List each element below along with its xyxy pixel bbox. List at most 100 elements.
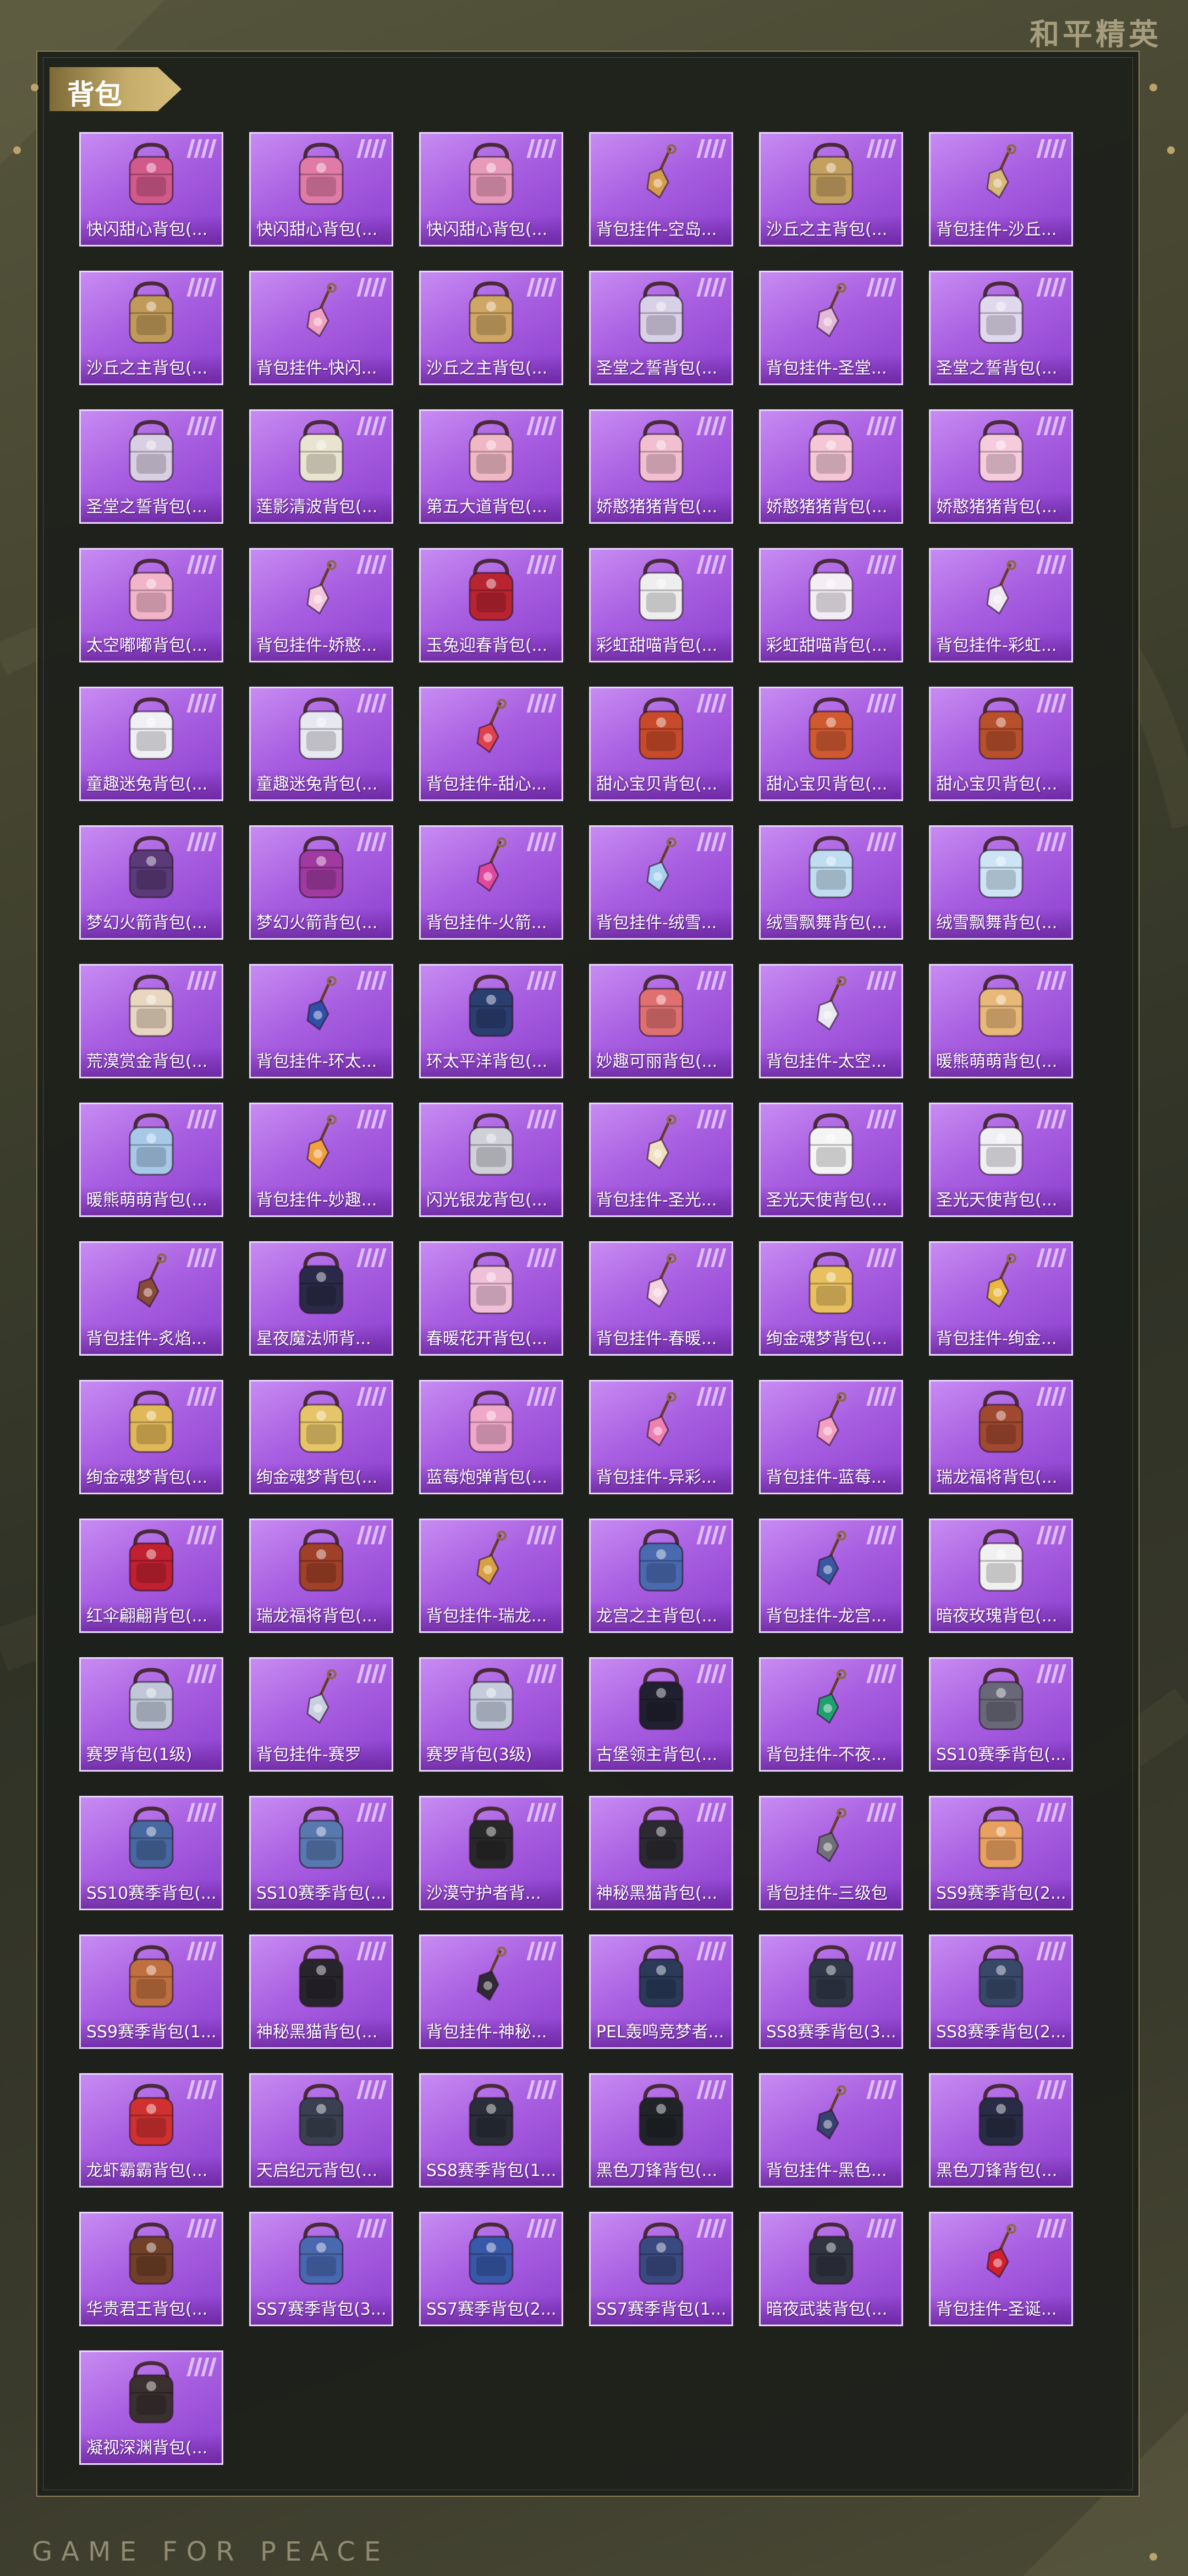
item-card[interactable]: 甜心宝贝背包(... [759,687,903,801]
item-card[interactable]: SS10赛季背包(... [929,1657,1073,1772]
item-card[interactable]: 绚金魂梦背包(... [249,1380,393,1494]
item-card[interactable]: SS10赛季背包(... [249,1796,393,1910]
item-card[interactable]: 赛罗背包(3级) [419,1657,563,1772]
item-card[interactable]: SS7赛季背包(3... [249,2212,393,2326]
item-card[interactable]: 童趣迷兔背包(... [249,687,393,801]
item-card[interactable]: 凝视深渊背包(... [79,2350,223,2465]
item-card[interactable]: 背包挂件-绚金... [929,1241,1073,1356]
item-card[interactable]: 甜心宝贝背包(... [929,687,1073,801]
item-card[interactable]: 暖熊萌萌背包(... [929,964,1073,1078]
item-card[interactable]: 背包挂件-春暖... [589,1241,733,1356]
item-card[interactable]: 暗夜武装背包(... [759,2212,903,2326]
item-card[interactable]: 瑞龙福将背包(... [249,1519,393,1633]
item-card[interactable]: 娇憨猪猪背包(... [929,409,1073,524]
item-card[interactable]: 背包挂件-赛罗 [249,1657,393,1772]
item-card[interactable]: 背包挂件-沙丘... [929,132,1073,246]
item-card[interactable]: 圣光天使背包(... [759,1103,903,1217]
item-card[interactable]: 彩虹甜喵背包(... [759,548,903,662]
item-card[interactable]: 背包挂件-蓝莓... [759,1380,903,1494]
item-card[interactable]: 甜心宝贝背包(... [589,687,733,801]
item-card[interactable]: 蓝莓炮弹背包(... [419,1380,563,1494]
item-card[interactable]: PEL轰鸣竞梦者... [589,1934,733,2049]
item-card[interactable]: 龙宫之主背包(... [589,1519,733,1633]
item-card[interactable]: 荒漠赏金背包(... [79,964,223,1078]
item-card[interactable]: 龙虾霸霸背包(... [79,2073,223,2188]
item-card[interactable]: 娇憨猪猪背包(... [589,409,733,524]
rarity-stripes-icon [696,278,727,297]
item-card[interactable]: 背包挂件-瑞龙... [419,1519,563,1633]
item-card[interactable]: 瑞龙福将背包(... [929,1380,1073,1494]
item-card[interactable]: 黑色刀锋背包(... [929,2073,1073,2188]
item-card[interactable]: 圣光天使背包(... [929,1103,1073,1217]
section-tab[interactable]: 背包 [50,67,182,111]
item-card[interactable]: SS8赛季背包(3... [759,1934,903,2049]
item-card[interactable]: 背包挂件-黑色... [759,2073,903,2188]
item-card[interactable]: 绒雪飘舞背包(... [929,825,1073,940]
item-card[interactable]: 背包挂件-不夜... [759,1657,903,1772]
item-card[interactable]: 背包挂件-空岛... [589,132,733,246]
item-card[interactable]: 华贵君王背包(... [79,2212,223,2326]
item-card[interactable]: 背包挂件-绒雪... [589,825,733,940]
item-card[interactable]: SS8赛季背包(1... [419,2073,563,2188]
item-card[interactable]: 玉兔迎春背包(... [419,548,563,662]
item-card[interactable]: 沙丘之主背包(... [79,271,223,385]
item-card[interactable]: 背包挂件-圣诞... [929,2212,1073,2326]
item-card[interactable]: 闪光银龙背包(... [419,1103,563,1217]
item-card[interactable]: 太空嘟嘟背包(... [79,548,223,662]
item-card[interactable]: 背包挂件-太空... [759,964,903,1078]
item-card[interactable]: 快闪甜心背包(... [419,132,563,246]
item-card[interactable]: 梦幻火箭背包(... [79,825,223,940]
item-card[interactable]: 背包挂件-妙趣... [249,1103,393,1217]
item-card[interactable]: 沙漠守护者背... [419,1796,563,1910]
item-card[interactable]: 彩虹甜喵背包(... [589,548,733,662]
item-card[interactable]: 绚金魂梦背包(... [759,1241,903,1356]
item-card[interactable]: SS9赛季背包(1... [79,1934,223,2049]
item-card[interactable]: 圣堂之誓背包(... [929,271,1073,385]
item-card[interactable]: 背包挂件-彩虹... [929,548,1073,662]
item-card[interactable]: 环太平洋背包(... [419,964,563,1078]
backpack-icon [469,420,514,483]
item-card[interactable]: 背包挂件-甜心... [419,687,563,801]
item-card[interactable]: 星夜魔法师背... [249,1241,393,1356]
item-card[interactable]: 第五大道背包(... [419,409,563,524]
item-card[interactable]: 春暖花开背包(... [419,1241,563,1356]
item-card[interactable]: 快闪甜心背包(... [79,132,223,246]
item-card[interactable]: 莲影清波背包(... [249,409,393,524]
item-card[interactable]: 妙趣可丽背包(... [589,964,733,1078]
item-card[interactable]: 赛罗背包(1级) [79,1657,223,1772]
item-card[interactable]: 背包挂件-炙焰... [79,1241,223,1356]
item-card[interactable]: SS7赛季背包(2... [419,2212,563,2326]
item-card[interactable]: 梦幻火箭背包(... [249,825,393,940]
item-card[interactable]: 背包挂件-异彩... [589,1380,733,1494]
item-card[interactable]: 天启纪元背包(... [249,2073,393,2188]
item-card[interactable]: 古堡领主背包(... [589,1657,733,1772]
item-card[interactable]: 背包挂件-快闪... [249,271,393,385]
item-card[interactable]: 绒雪飘舞背包(... [759,825,903,940]
item-card[interactable]: 背包挂件-神秘... [419,1934,563,2049]
item-card[interactable]: 黑色刀锋背包(... [589,2073,733,2188]
item-card[interactable]: 童趣迷兔背包(... [79,687,223,801]
item-card[interactable]: SS7赛季背包(1... [589,2212,733,2326]
item-card[interactable]: 沙丘之主背包(... [759,132,903,246]
item-card[interactable]: 圣堂之誓背包(... [79,409,223,524]
item-card[interactable]: 背包挂件-娇憨... [249,548,393,662]
item-card[interactable]: SS9赛季背包(2... [929,1796,1073,1910]
item-card[interactable]: 绚金魂梦背包(... [79,1380,223,1494]
item-card[interactable]: 背包挂件-圣堂... [759,271,903,385]
item-card[interactable]: 背包挂件-环太... [249,964,393,1078]
item-card[interactable]: 神秘黑猫背包(... [589,1796,733,1910]
item-card[interactable]: 娇憨猪猪背包(... [759,409,903,524]
item-card[interactable]: 背包挂件-龙宫... [759,1519,903,1633]
item-card[interactable]: SS8赛季背包(2... [929,1934,1073,2049]
item-card[interactable]: 背包挂件-火箭... [419,825,563,940]
item-card[interactable]: 背包挂件-三级包 [759,1796,903,1910]
item-card[interactable]: 暗夜玫瑰背包(... [929,1519,1073,1633]
item-card[interactable]: 圣堂之誓背包(... [589,271,733,385]
item-card[interactable]: SS10赛季背包(... [79,1796,223,1910]
item-card[interactable]: 快闪甜心背包(... [249,132,393,246]
item-card[interactable]: 沙丘之主背包(... [419,271,563,385]
item-card[interactable]: 暖熊萌萌背包(... [79,1103,223,1217]
item-card[interactable]: 背包挂件-圣光... [589,1103,733,1217]
item-card[interactable]: 红伞翩翩背包(... [79,1519,223,1633]
item-card[interactable]: 神秘黑猫背包(... [249,1934,393,2049]
